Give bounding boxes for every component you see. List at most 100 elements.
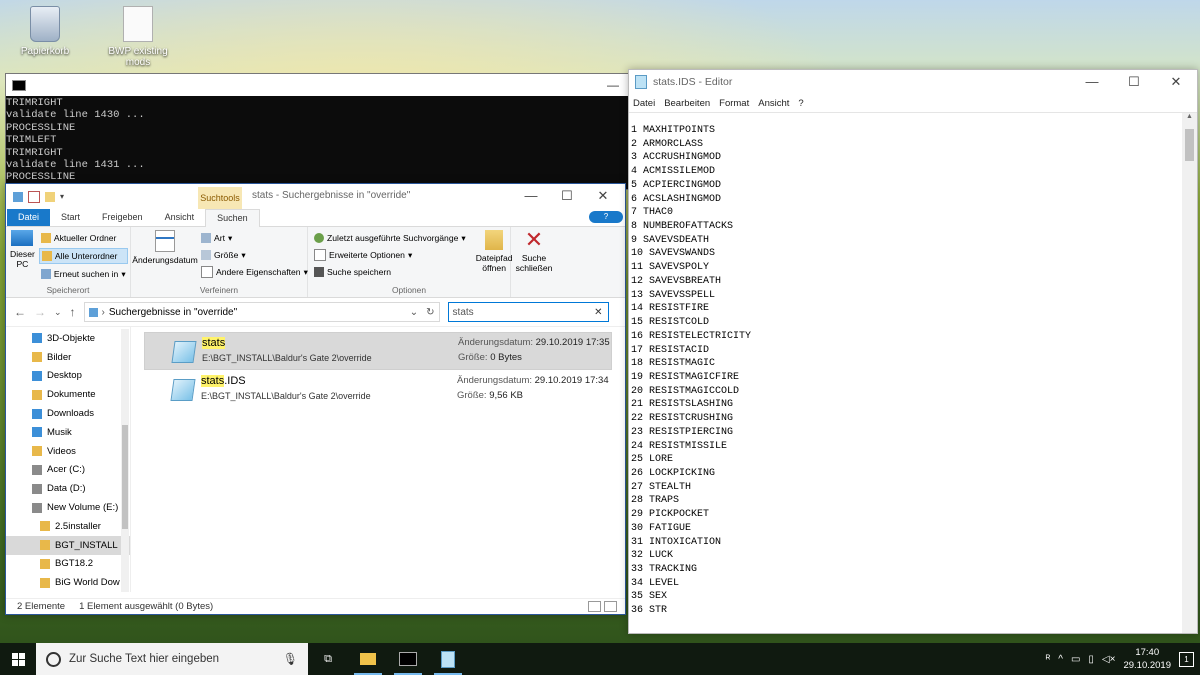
search-again-button[interactable]: Erneut suchen in ▾ (39, 267, 128, 281)
file-path: E:\BGT_INSTALL\Baldur's Gate 2\override (202, 353, 372, 363)
tab-start[interactable]: Start (50, 209, 91, 226)
text-line: 28 TRAPS (631, 495, 680, 507)
notepad-window[interactable]: stats.IDS - Editor — ☐ ✕ Datei Bearbeite… (628, 69, 1198, 634)
nav-item[interactable]: 2.5installer (6, 517, 130, 536)
nav-item[interactable]: Acer (C:) (6, 461, 130, 480)
editor-scrollbar[interactable]: ▲ (1182, 112, 1197, 633)
tab-suchen[interactable]: Suchen (205, 209, 260, 227)
console-window[interactable]: — TRIMRIGHT validate line 1430 ... PROCE… (5, 73, 629, 190)
nav-item[interactable]: 3D-Objekte (6, 329, 130, 348)
task-view-button[interactable]: ⧉ (308, 643, 348, 675)
taskbar-search-input[interactable]: Zur Suche Text hier eingeben 🎙 (36, 643, 308, 675)
result-item[interactable]: stats E:\BGT_INSTALL\Baldur's Gate 2\ove… (144, 332, 612, 370)
save-search-button[interactable]: Suche speichern (312, 265, 468, 279)
volume-icon[interactable]: ◁× (1102, 654, 1116, 665)
all-subfolders-button[interactable]: Alle Unterordner (38, 248, 128, 264)
maximize-button[interactable]: ☐ (1113, 74, 1155, 90)
scroll-up-icon[interactable]: ▲ (1182, 113, 1197, 127)
people-icon[interactable]: ᴿ (1046, 654, 1051, 665)
notepad-titlebar[interactable]: stats.IDS - Editor — ☐ ✕ (629, 70, 1197, 94)
nav-item[interactable]: BGT_INSTALL (6, 535, 130, 555)
text-line: 8 NUMBEROFATTACKS (631, 221, 734, 233)
up-arrow-icon[interactable]: ↑ (70, 305, 76, 319)
text-line: 3 ACCRUSHINGMOD (631, 152, 722, 164)
nav-item-label: Data (D:) (47, 483, 86, 495)
taskbar-console[interactable] (388, 643, 428, 675)
close-button[interactable]: ✕ (1155, 74, 1197, 90)
kind-button[interactable]: Art ▾ (199, 231, 310, 245)
nav-item[interactable]: Downloads (6, 404, 130, 423)
network-icon[interactable]: ▭ (1071, 654, 1080, 665)
desktop-icon-bwp-existing-mods[interactable]: BWP existing mods (98, 6, 178, 68)
properties-icon[interactable] (28, 190, 40, 203)
clear-search-icon[interactable]: ✕ (594, 307, 607, 318)
tab-datei[interactable]: Datei (7, 209, 51, 226)
address-bar[interactable]: › Suchergebnisse in "override" ⌄ ↻ (83, 302, 440, 322)
size-button[interactable]: Größe ▾ (199, 248, 310, 262)
refresh-icon[interactable]: ↻ (426, 307, 438, 318)
menu-help[interactable]: ? (798, 98, 803, 109)
text-line: 2 ARMORCLASS (631, 138, 704, 150)
menu-ansicht[interactable]: Ansicht (758, 98, 789, 109)
tab-ansicht[interactable]: Ansicht (154, 209, 206, 226)
show-hidden-icons-chevron-icon[interactable]: ^ (1058, 654, 1063, 665)
search-results[interactable]: stats E:\BGT_INSTALL\Baldur's Gate 2\ove… (131, 327, 625, 592)
action-center-notification-icon[interactable]: 1 (1179, 651, 1194, 667)
advanced-options-button[interactable]: Erweiterte Optionen ▾ (312, 248, 468, 262)
menu-bearbeiten[interactable]: Bearbeiten (664, 98, 710, 109)
current-folder-button[interactable]: Aktueller Ordner (39, 231, 128, 245)
nav-item[interactable]: Bilder (6, 348, 130, 367)
back-arrow-icon[interactable]: ← (14, 305, 26, 319)
address-dropdown-icon[interactable]: ⌄ (410, 307, 422, 318)
tab-freigeben[interactable]: Freigeben (91, 209, 154, 226)
taskbar-notepad[interactable] (428, 643, 468, 675)
nav-item[interactable]: Data (D:) (6, 479, 130, 498)
console-titlebar[interactable]: — (6, 74, 628, 96)
result-item[interactable]: stats.IDS E:\BGT_INSTALL\Baldur's Gate 2… (144, 371, 610, 407)
explorer-window[interactable]: ▾ Suchtools stats - Suchergebnisse in "o… (5, 183, 626, 615)
details-view-icon[interactable] (588, 601, 601, 612)
minimize-button[interactable]: — (1071, 74, 1113, 90)
minimize-button[interactable]: — (598, 78, 628, 92)
nav-item[interactable]: Videos (6, 442, 130, 461)
nav-item[interactable]: Musik (6, 423, 130, 442)
new-folder-icon[interactable] (45, 191, 55, 202)
nav-item[interactable]: BiG World Dow (6, 573, 130, 592)
text-editor[interactable]: 1 MAXHITPOINTS 2 ARMORCLASS 3 ACCRUSHINGMO… (629, 112, 1182, 633)
recent-locations-chevron-icon[interactable]: ⌄ (54, 307, 62, 318)
explorer-titlebar[interactable]: ▾ Suchtools stats - Suchergebnisse in "o… (6, 184, 625, 209)
close-search-button[interactable]: ✕ Suche schließen (515, 229, 553, 297)
menu-format[interactable]: Format (719, 98, 749, 109)
nav-item[interactable]: New Volume (E:) (6, 498, 130, 517)
maximize-button[interactable]: ☐ (549, 186, 585, 206)
clock[interactable]: 17:40 29.10.2019 (1123, 646, 1171, 672)
microphone-icon[interactable]: 🎙 (283, 652, 298, 666)
search-tools-context-tab: Suchtools (198, 187, 242, 209)
drive-icon (32, 483, 42, 494)
nav-item[interactable]: BGT18.2 (6, 555, 130, 574)
nav-item[interactable]: Desktop (6, 367, 130, 386)
cortana-circle-icon (46, 651, 61, 667)
nav-item[interactable]: Dokumente (6, 385, 130, 404)
nav-item-label: BGT_INSTALL (55, 539, 118, 551)
large-icons-view-icon[interactable] (604, 601, 617, 612)
minimize-button[interactable]: — (513, 186, 549, 206)
customize-toolbar-chevron-icon[interactable]: ▾ (60, 192, 66, 202)
search-input[interactable]: stats ✕ (447, 302, 609, 322)
desktop-icon-recycle-bin[interactable]: Papierkorb (10, 6, 80, 57)
menu-datei[interactable]: Datei (633, 98, 655, 109)
forward-arrow-icon[interactable]: → (34, 305, 46, 319)
recent-searches-button[interactable]: Zuletzt ausgeführte Suchvorgänge ▾ (312, 231, 468, 245)
close-button[interactable]: ✕ (585, 186, 621, 206)
scrollbar-thumb[interactable] (1185, 129, 1194, 161)
battery-icon[interactable]: ▯ (1088, 654, 1094, 665)
navigation-pane[interactable]: 3D-Objekte Bilder Desktop Dokumente Download… (6, 327, 131, 592)
navigation-scrollbar[interactable] (121, 329, 129, 592)
scrollbar-thumb[interactable] (122, 425, 128, 529)
taskbar-explorer[interactable] (348, 643, 388, 675)
text-line: 1 MAXHITPOINTS (631, 125, 716, 136)
file-icon (170, 379, 196, 401)
start-button[interactable] (0, 643, 36, 675)
help-icon[interactable]: ? (589, 211, 623, 223)
other-properties-button[interactable]: Andere Eigenschaften ▾ (199, 265, 310, 279)
